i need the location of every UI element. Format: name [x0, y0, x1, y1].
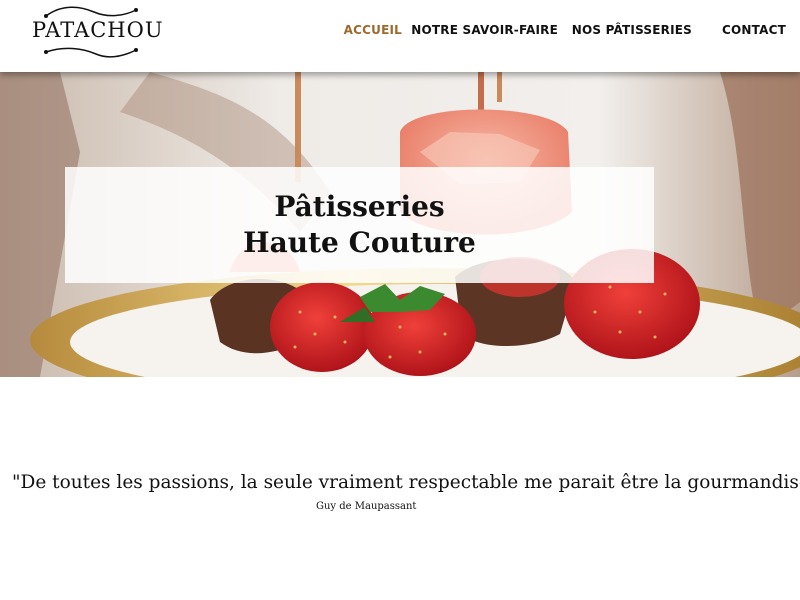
brand-logo[interactable]: PATACHOU: [32, 2, 163, 62]
nav-item-patisseries[interactable]: NOS PÂTISSERIES: [572, 23, 692, 37]
site-header: PATACHOU ACCUEIL NOTRE SAVOIR-FAIRE NOS …: [0, 0, 800, 72]
hero-title: Pâtisseries Haute Couture: [65, 189, 654, 261]
quote-author: Guy de Maupassant: [316, 501, 417, 512]
hero-title-line-2: Haute Couture: [243, 226, 476, 259]
hero-title-card: Pâtisseries Haute Couture: [65, 167, 654, 283]
nav-item-contact[interactable]: CONTACT: [722, 23, 786, 37]
hero-title-line-1: Pâtisseries: [274, 190, 445, 223]
hero-banner: Pâtisseries Haute Couture: [0, 72, 800, 377]
quote-text: "De toutes les passions, la seule vraime…: [12, 472, 800, 493]
brand-name: PATACHOU: [32, 18, 164, 42]
nav-item-savoir-faire[interactable]: NOTRE SAVOIR-FAIRE: [411, 23, 558, 37]
nav-item-accueil[interactable]: ACCUEIL: [344, 23, 402, 37]
